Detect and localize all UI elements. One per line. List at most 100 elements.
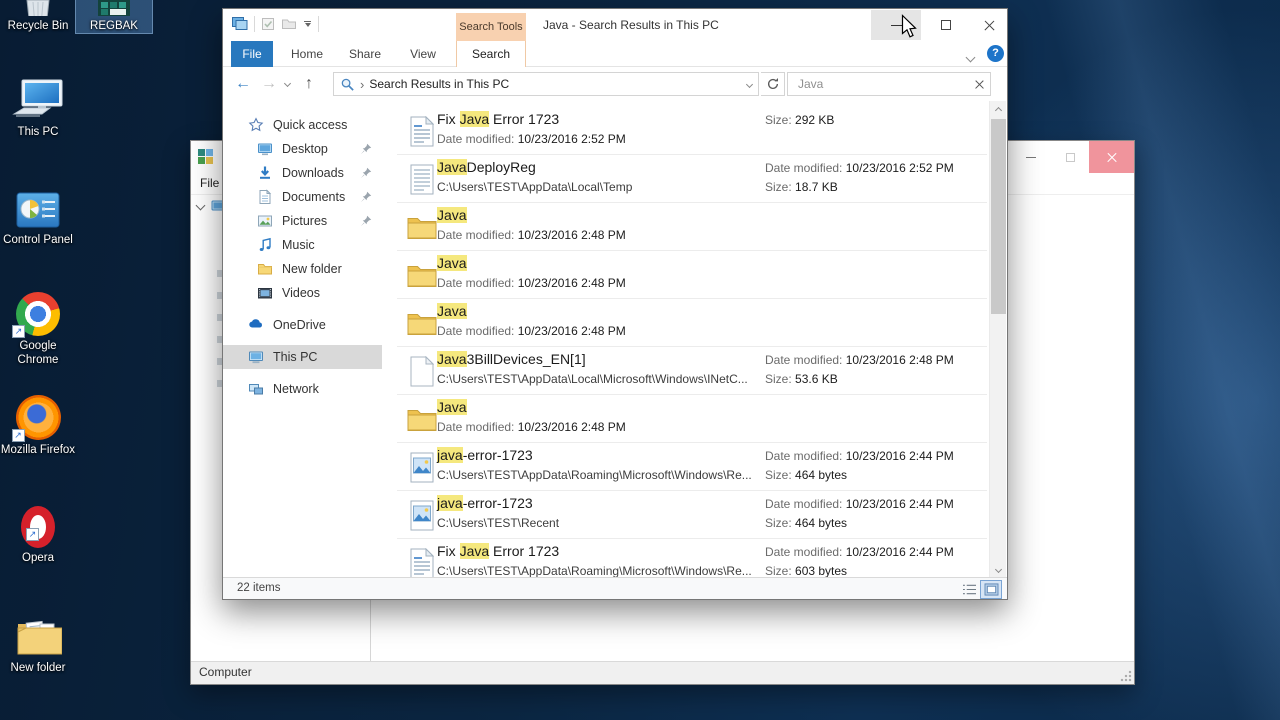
file-size: Size: 53.6 KB: [765, 372, 838, 386]
pin-icon[interactable]: [360, 215, 372, 227]
resize-grip[interactable]: [1120, 670, 1132, 682]
sidebar-item-this-pc[interactable]: This PC: [223, 345, 382, 369]
file-name: Java: [437, 255, 467, 271]
regedit-minimize-button[interactable]: [1012, 141, 1050, 173]
help-button[interactable]: ?: [987, 45, 1004, 62]
file-row[interactable]: Fix Java Error 1723 C:\Users\TEST\AppData…: [383, 539, 991, 577]
file-size: Size: 292 KB: [765, 113, 835, 127]
desktop-icon-google-chrome[interactable]: ↗ Google Chrome: [0, 290, 76, 367]
regedit-file-menu-label: File: [200, 176, 220, 190]
file-path: C:\Users\TEST\AppData\Roaming\Microsoft\…: [437, 564, 752, 577]
desktop-icon-new-folder[interactable]: New folder: [0, 612, 76, 675]
file-path: C:\Users\TEST\AppData\Roaming\Microsoft\…: [437, 468, 752, 482]
forward-button[interactable]: →: [261, 73, 277, 95]
file-details-column: Date modified: 10/23/2016 2:44 PM Size: 6…: [765, 539, 991, 577]
thumbnail-view-button[interactable]: [980, 580, 1002, 599]
pin-icon[interactable]: [360, 143, 372, 155]
clear-search-icon[interactable]: [975, 80, 984, 89]
this-pc-icon: [0, 76, 76, 122]
tab-search[interactable]: Search: [456, 41, 526, 67]
search-term-highlight: Java: [437, 399, 467, 415]
search-box[interactable]: [787, 72, 991, 96]
shortcut-arrow-icon: ↗: [26, 528, 39, 541]
maximize-button[interactable]: [923, 10, 969, 40]
tab-home[interactable]: Home: [283, 41, 331, 67]
desktop-icon-opera[interactable]: ↗ Opera: [0, 502, 76, 565]
sidebar-item-videos[interactable]: Videos: [223, 281, 382, 305]
refresh-button[interactable]: [761, 72, 785, 96]
properties-qat-icon[interactable]: [260, 16, 276, 32]
scrollbar-thumb[interactable]: [991, 119, 1006, 314]
desktop-icon-label: REGBAK: [90, 20, 138, 32]
pin-icon[interactable]: [360, 167, 372, 179]
tab-view[interactable]: View: [399, 41, 447, 67]
search-term-highlight: Java: [437, 159, 467, 175]
file-name: Java: [437, 207, 467, 223]
sidebar-item-quick-access[interactable]: Quick access: [223, 113, 382, 137]
expand-ribbon-icon[interactable]: [965, 52, 976, 63]
thumbnail-view-icon: [984, 583, 998, 596]
recycle-bin-icon: [0, 0, 76, 16]
file-details-column: Date modified: 10/23/2016 2:44 PM Size: 4…: [765, 443, 991, 491]
sidebar-item-onedrive[interactable]: OneDrive: [223, 313, 382, 337]
desktop-icon-control-panel[interactable]: Control Panel: [0, 184, 76, 247]
file-row[interactable]: JavaDeployReg C:\Users\TEST\AppData\Local…: [383, 155, 991, 203]
search-input[interactable]: [798, 77, 975, 91]
file-row[interactable]: Java3BillDevices_EN[1] C:\Users\TEST\AppD…: [383, 347, 991, 395]
explorer-statusbar: 22 items: [223, 577, 1007, 599]
sidebar-item-desktop[interactable]: Desktop: [223, 137, 382, 161]
file-row[interactable]: Java Date modified: 10/23/2016 2:48 PM: [383, 251, 991, 299]
customize-qat-icon[interactable]: [302, 19, 313, 29]
pin-icon[interactable]: [360, 191, 372, 203]
breadcrumb[interactable]: Search Results in This PC: [369, 77, 742, 91]
new-folder-qat-icon[interactable]: [281, 16, 297, 32]
file-date-modified: Date modified: 10/23/2016 2:44 PM: [765, 497, 954, 511]
search-term-highlight: Java: [459, 543, 490, 559]
sidebar-item-label: OneDrive: [273, 318, 326, 332]
desktop-icon-label: This PC: [17, 126, 59, 138]
regedit-close-button[interactable]: [1089, 141, 1134, 173]
address-dropdown-icon[interactable]: [745, 80, 754, 88]
control-panel-icon: [0, 184, 76, 230]
file-date-modified: Date modified: 10/23/2016 2:48 PM: [437, 420, 626, 434]
sidebar-item-new-folder[interactable]: New folder: [223, 257, 382, 281]
tree-expander-icon[interactable]: [195, 200, 206, 211]
file-explorer-window[interactable]: Search Tools Java - Search Results in Th…: [222, 8, 1008, 600]
up-button[interactable]: ↑: [305, 73, 313, 95]
back-button[interactable]: ←: [235, 73, 251, 95]
desktop-icon-this-pc[interactable]: This PC: [0, 76, 76, 139]
vertical-scrollbar[interactable]: [989, 101, 1006, 579]
maximize-icon: [941, 20, 951, 30]
desktop-icon-mozilla-firefox[interactable]: ↗ Mozilla Firefox: [0, 394, 76, 457]
desktop-icon-regbak[interactable]: REGBAK: [75, 0, 153, 34]
sidebar-item-pictures[interactable]: Pictures: [223, 209, 382, 233]
desktop-icon-label: Google Chrome: [17, 340, 59, 366]
search-location-icon: [341, 78, 354, 91]
desktop-icon-recycle-bin[interactable]: Recycle Bin: [0, 0, 76, 33]
file-date-modified: Date modified: 10/23/2016 2:48 PM: [437, 276, 626, 290]
file-row[interactable]: Java Date modified: 10/23/2016 2:48 PM: [383, 203, 991, 251]
sidebar-item-label: Quick access: [273, 118, 348, 132]
address-box[interactable]: › Search Results in This PC: [333, 72, 759, 96]
star-icon: [248, 117, 264, 133]
recent-locations-icon[interactable]: [283, 79, 292, 88]
file-size: Size: 464 bytes: [765, 468, 848, 482]
scroll-up-icon[interactable]: [990, 101, 1007, 117]
sidebar-item-documents[interactable]: Documents: [223, 185, 382, 209]
desktop-icon-label: Mozilla Firefox: [0, 444, 76, 456]
regedit-maximize-button[interactable]: [1051, 141, 1089, 173]
file-row[interactable]: Java Date modified: 10/23/2016 2:48 PM: [383, 299, 991, 347]
file-row[interactable]: java-error-1723 C:\Users\TEST\AppData\Roa…: [383, 443, 991, 491]
tab-file[interactable]: File: [231, 41, 273, 67]
sidebar-item-downloads[interactable]: Downloads: [223, 161, 382, 185]
close-button[interactable]: [971, 10, 1008, 40]
file-date-modified: Date modified: 10/23/2016 2:44 PM: [765, 449, 954, 463]
file-row[interactable]: java-error-1723 C:\Users\TEST\Recent Date …: [383, 491, 991, 539]
folder-icon: [407, 210, 437, 244]
file-row[interactable]: Fix Java Error 1723 Date modified: 10/23/…: [383, 107, 991, 155]
tab-share[interactable]: Share: [341, 41, 389, 67]
sidebar-item-network[interactable]: Network: [223, 377, 382, 401]
sidebar-item-music[interactable]: Music: [223, 233, 382, 257]
file-row[interactable]: Java Date modified: 10/23/2016 2:48 PM: [383, 395, 991, 443]
details-view-button[interactable]: [959, 581, 979, 598]
